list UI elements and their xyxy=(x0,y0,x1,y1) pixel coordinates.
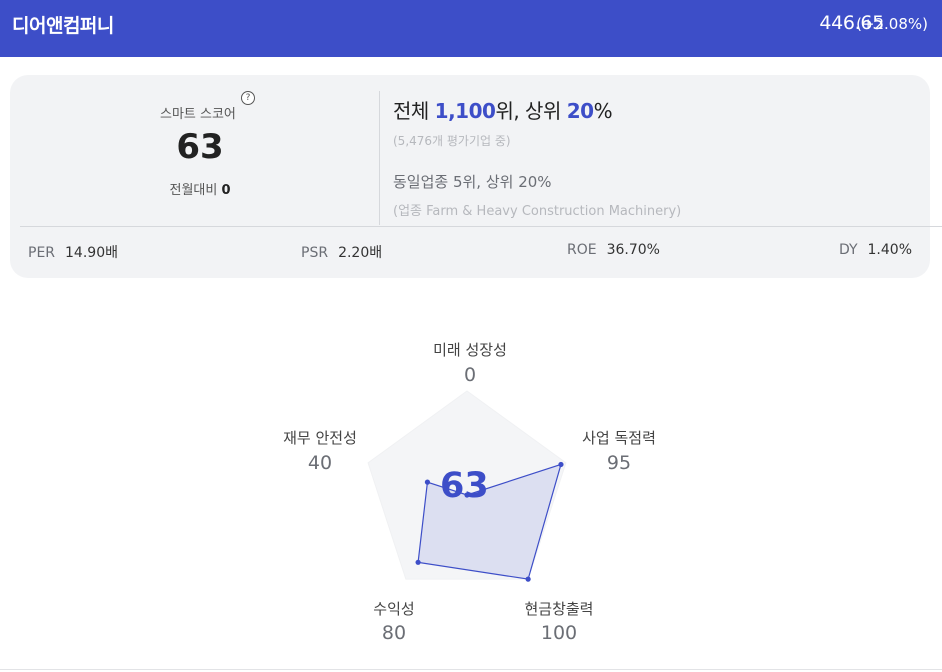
industry-rank: 동일업종 5위, 상위 20% xyxy=(393,173,552,191)
metric-roe: ROE 36.70% xyxy=(567,242,660,258)
radar-point xyxy=(525,576,531,582)
axis-value-growth: 0 xyxy=(463,364,477,386)
rank-prefix: 전체 xyxy=(393,99,435,123)
rank-percent: 20 xyxy=(566,99,594,123)
metric-label: ROE xyxy=(567,242,597,258)
axis-value-cashflow: 100 xyxy=(540,622,578,644)
horizontal-divider xyxy=(20,226,942,227)
mom-label: 전월대비 xyxy=(169,183,218,198)
metric-label: PSR xyxy=(301,245,329,261)
axis-label-cashflow: 현금창출력 xyxy=(524,600,594,618)
vertical-divider xyxy=(379,91,380,225)
bottom-divider xyxy=(0,669,942,670)
stock-header: 디어앤컴퍼니 446.65 (+2.08%) xyxy=(0,0,942,57)
price-change: (+2.08%) xyxy=(856,15,928,33)
metric-label: PER xyxy=(28,245,56,261)
rank-suffix: % xyxy=(593,99,613,123)
axis-label-stability: 재무 안전성 xyxy=(283,429,357,447)
axis-value-moat: 95 xyxy=(606,452,632,474)
company-name: 디어앤컴퍼니 xyxy=(12,15,114,37)
score-section: 스마트 스코어 ? 63 전월대비 0 xyxy=(10,75,390,225)
smart-score-label: 스마트 스코어 xyxy=(160,107,236,122)
companies-evaluated: (5,476개 평가기업 중) xyxy=(393,134,511,148)
axis-label-growth: 미래 성장성 xyxy=(433,341,507,359)
smart-score-card: 스마트 스코어 ? 63 전월대비 0 전체 1,100위, 상위 20% (5… xyxy=(10,75,942,278)
metric-label: DY xyxy=(838,242,858,258)
radar-point xyxy=(415,559,421,565)
axis-value-stability: 40 xyxy=(307,452,333,474)
metric-value: 1.40% xyxy=(867,242,912,258)
smart-score-value: 63 xyxy=(176,127,224,167)
axis-label-profitability: 수익성 xyxy=(373,600,415,618)
metric-value: 14.90배 xyxy=(65,245,118,261)
overall-rank: 전체 1,100위, 상위 20% xyxy=(393,95,613,124)
radar-center-score: 63 xyxy=(440,466,489,506)
industry-name: (업종 Farm & Heavy Construction Machinery) xyxy=(393,204,682,219)
metric-value: 2.20배 xyxy=(338,245,383,261)
metric-per: PER 14.90배 xyxy=(28,242,118,262)
month-over-month: 전월대비 0 xyxy=(10,179,390,198)
mom-value: 0 xyxy=(221,183,231,198)
help-icon[interactable]: ? xyxy=(241,91,255,105)
ranking-section: 전체 1,100위, 상위 20% (5,476개 평가기업 중) 동일업종 5… xyxy=(393,75,913,225)
metric-value: 36.70% xyxy=(606,242,660,258)
metric-psr: PSR 2.20배 xyxy=(301,242,382,262)
axis-label-moat: 사업 독점력 xyxy=(582,429,656,447)
rank-mid: 위, 상위 xyxy=(495,99,567,123)
metric-dy: DY 1.40% xyxy=(839,242,912,258)
radar-point xyxy=(424,479,431,485)
axis-value-profitability: 80 xyxy=(381,622,407,644)
rank-number: 1,100 xyxy=(434,99,496,123)
